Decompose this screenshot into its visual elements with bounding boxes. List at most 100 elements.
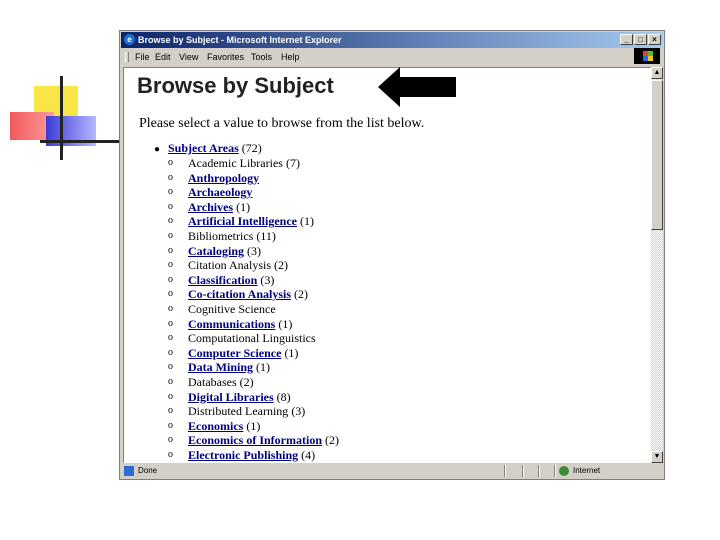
circle-bullet-icon: o (168, 346, 173, 358)
list-item: o Distributed Learning (3) (168, 404, 339, 419)
circle-bullet-icon: o (168, 390, 173, 402)
close-button[interactable]: × (648, 34, 661, 45)
arrow-down-icon[interactable]: ▼ (651, 451, 663, 463)
title-bar[interactable]: e Browse by Subject - Microsoft Internet… (121, 32, 663, 48)
subject-link[interactable]: Classification (188, 273, 257, 287)
subject-link[interactable]: Artificial Intelligence (188, 214, 297, 228)
subject-link[interactable]: Economics of Information (188, 433, 322, 447)
menu-help[interactable]: Help (281, 49, 300, 65)
status-text: Done (138, 466, 158, 475)
list-item: o Archaeology (168, 185, 339, 200)
list-item: o Digital Libraries (8) (168, 390, 339, 405)
subject-link[interactable]: Cataloging (188, 244, 244, 258)
subject-link[interactable]: Co-citation Analysis (188, 287, 291, 301)
zone-text: Internet (573, 466, 601, 475)
subject-link[interactable]: Electronic Publishing (188, 448, 298, 462)
menu-edit[interactable]: Edit (155, 49, 171, 65)
subject-count: (1) (284, 345, 299, 360)
circle-bullet-icon: o (168, 317, 173, 329)
subject-count: (2) (274, 258, 289, 273)
subject-label: Distributed Learning (188, 404, 289, 419)
list-item: o Databases (2) (168, 374, 339, 390)
list-item: o Artificial Intelligence (1) (168, 214, 339, 229)
circle-bullet-icon: o (168, 375, 173, 387)
subject-label: Academic Libraries (188, 156, 283, 170)
circle-bullet-icon: o (168, 405, 173, 417)
list-item: o Cognitive Science (168, 301, 339, 317)
circle-bullet-icon: o (168, 259, 173, 271)
list-item: o Economics of Information (2) (168, 433, 339, 448)
subject-tree: ● Subject Areas (72) o Academic Libraries … (154, 141, 339, 462)
logo-vertical-line (60, 76, 63, 160)
subject-link[interactable]: Computer Science (188, 346, 281, 360)
list-item: o Bibliometrics (11) (168, 228, 339, 244)
circle-bullet-icon: o (168, 229, 173, 241)
subject-count: (7) (285, 156, 300, 170)
circle-bullet-icon: o (168, 215, 173, 227)
subject-link[interactable]: Archives (188, 200, 233, 214)
circle-bullet-icon: o (168, 434, 173, 446)
status-divider (538, 465, 540, 477)
subject-areas-link[interactable]: Subject Areas (168, 141, 239, 155)
vertical-scrollbar[interactable]: ▲ ▼ (651, 67, 663, 463)
list-item: o Cataloging (3) (168, 244, 339, 259)
subject-count: (2) (239, 374, 254, 389)
list-item: o Classification (3) (168, 273, 339, 288)
tree-root: ● Subject Areas (72) (154, 141, 339, 156)
subject-count: (1) (278, 316, 293, 331)
circle-bullet-icon: o (168, 273, 173, 285)
menu-view[interactable]: View (179, 49, 198, 65)
status-bar: Done Internet (122, 464, 662, 478)
subject-count: (2) (294, 287, 309, 302)
window-title: Browse by Subject - Microsoft Internet E… (138, 35, 342, 45)
list-item: o Economics (1) (168, 418, 339, 434)
list-item: o Anthropology (168, 171, 339, 186)
subject-link[interactable]: Data Mining (188, 360, 253, 374)
menu-favorites[interactable]: Favorites (207, 49, 244, 65)
menu-bar: File Edit View Favorites Tools Help (121, 49, 663, 65)
scroll-thumb[interactable] (651, 80, 663, 230)
maximize-button[interactable]: □ (634, 34, 647, 45)
list-item: o Co-citation Analysis (2) (168, 287, 339, 302)
slide-logo (0, 0, 130, 170)
list-item: o Citation Analysis (2) (168, 258, 339, 273)
subject-count: (1) (246, 418, 261, 433)
subject-link[interactable]: Archaeology (188, 185, 252, 199)
subject-link[interactable]: Communications (188, 317, 275, 331)
subject-link[interactable]: Anthropology (188, 171, 259, 185)
circle-bullet-icon: o (168, 302, 173, 314)
menu-tools[interactable]: Tools (251, 49, 272, 65)
minimize-button[interactable]: _ (620, 34, 633, 45)
circle-bullet-icon: o (168, 288, 173, 300)
subject-label: Bibliometrics (188, 228, 254, 243)
circle-bullet-icon: o (168, 244, 173, 256)
list-item: o Archives (1) (168, 199, 339, 215)
arrow-up-icon[interactable]: ▲ (651, 67, 663, 79)
subject-label: Citation Analysis (188, 258, 272, 273)
list-item: o Computer Science (1) (168, 345, 339, 361)
subject-count: (1) (236, 199, 251, 214)
status-divider (504, 465, 506, 477)
windows-logo-icon (634, 48, 660, 64)
subject-label: Databases (188, 374, 237, 389)
list-item: o Communications (1) (168, 316, 339, 332)
subject-link[interactable]: Economics (188, 419, 243, 433)
subject-count: (1) (256, 360, 271, 375)
circle-bullet-icon: o (168, 332, 173, 344)
subject-label: Computational Linguistics (188, 331, 316, 346)
list-item: o Data Mining (1) (168, 360, 339, 375)
toolbar-grip[interactable] (125, 52, 129, 62)
menu-file[interactable]: File (135, 49, 150, 65)
arrow-left-icon (378, 67, 456, 107)
instructions-text: Please select a value to browse from the… (139, 116, 425, 131)
status-divider (554, 465, 556, 477)
subject-count: (3) (291, 404, 306, 419)
subject-label: Cognitive Science (188, 301, 276, 316)
bullet-icon: ● (154, 144, 161, 155)
list-item: o Computational Linguistics (168, 331, 339, 346)
globe-icon (559, 466, 569, 476)
page-icon (124, 466, 134, 476)
page-title: Browse by Subject (137, 73, 334, 98)
subject-count: (2) (325, 433, 339, 448)
subject-link[interactable]: Digital Libraries (188, 390, 274, 404)
